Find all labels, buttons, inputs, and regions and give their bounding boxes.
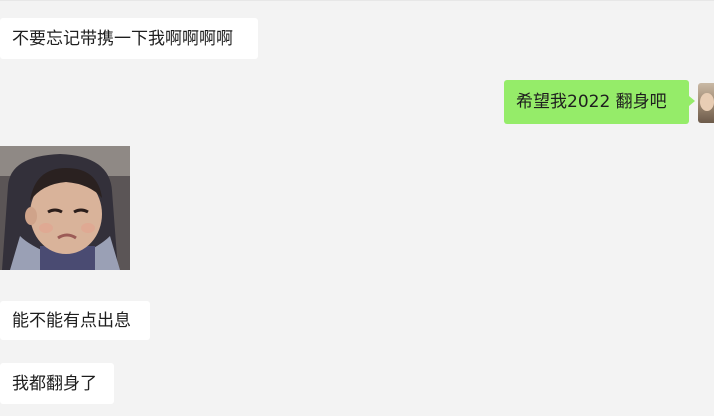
image-message-crying-toddler[interactable]	[0, 146, 130, 270]
message-text: 我都翻身了	[12, 373, 97, 394]
user-avatar[interactable]	[698, 83, 714, 123]
message-text: 希望我2022 翻身吧	[516, 92, 667, 112]
incoming-message-bubble[interactable]: 能不能有点出息	[0, 301, 150, 340]
incoming-message-bubble[interactable]: 不要忘记带携一下我啊啊啊啊	[0, 18, 258, 59]
chat-message-list: 不要忘记带携一下我啊啊啊啊 希望我2022 翻身吧 能不能有点出息 我都翻身了	[0, 0, 714, 416]
incoming-message-bubble[interactable]: 我都翻身了	[0, 363, 114, 404]
message-text: 能不能有点出息	[12, 310, 131, 331]
toddler-photo-illustration	[0, 146, 130, 270]
avatar-face	[700, 93, 714, 111]
message-text: 不要忘记带携一下我啊啊啊啊	[12, 28, 233, 49]
outgoing-message-bubble[interactable]: 希望我2022 翻身吧	[504, 80, 695, 124]
